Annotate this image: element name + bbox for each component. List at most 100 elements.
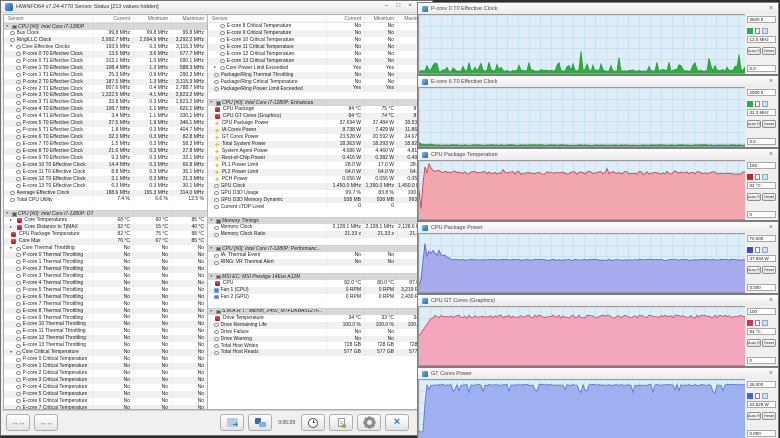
sensor-row[interactable]: GT Cores Power 23.528 W 20.592 W 24.673 W: [208, 134, 429, 141]
sensor-row[interactable]: P-core 2 Critical Temperature No No No: [4, 370, 207, 377]
sensor-row[interactable]: E-core 11 Critical TemperatureNoNoNo: [208, 43, 429, 51]
sensor-row[interactable]: E-core 13 T0 Effective Clock 6.3 MHz 0.3 M…: [4, 183, 207, 190]
sensor-row[interactable]: P-core 5 T1 Effective Clock 1.8 MHz 0.3 MH…: [4, 127, 207, 134]
sensor-row[interactable]: E-core 8 Critical TemperatureNoNoNo: [208, 23, 429, 30]
expand-arrow-icon[interactable]: ▸: [10, 218, 14, 223]
sensor-row[interactable]: Package/Ring Power Limit ExceededYesYesY…: [208, 85, 429, 93]
sensor-row[interactable]: GPU D3D Usage99.7 %83.8 %100.0 %: [208, 190, 429, 197]
sensor-row[interactable]: E-core 7 Critical Temperature No No No: [4, 404, 207, 409]
sensor-row[interactable]: ▾ Core Critical Temperature No No No: [4, 349, 207, 357]
sensor-row[interactable]: CPU Package Power 37.694 W 37.484 W 38.838 …: [208, 120, 429, 127]
sensor-row[interactable]: E-core 6 Critical Temperature No No No: [4, 398, 207, 405]
section-header-row[interactable]: ▾ CPU [#0]: Intel Core i7-1280P: Performa…: [208, 245, 429, 253]
collapse-arrow-icon[interactable]: ▾: [6, 212, 10, 216]
sensor-row[interactable]: E-core 9 Critical TemperatureNoNoNo: [208, 29, 429, 37]
sensor-row[interactable]: E-core 12 T0 Effective Clock 3.1 MHz 0.3 M…: [4, 175, 207, 183]
logging-timer-button[interactable]: [301, 414, 325, 431]
autofit-button[interactable]: Auto Fit: [747, 46, 761, 55]
sensor-row[interactable]: CPU Package84 °C75 °C87 °C: [208, 106, 429, 113]
sensor-row[interactable]: Total CPU Utility 7.4 % 6.6 % 12.5 %: [4, 196, 207, 203]
section-header-row[interactable]: ▾ S.M.A.R.T.: Micron_2450_MTFDKBA512TF...: [208, 307, 429, 315]
reset-button[interactable]: Reset: [762, 338, 776, 347]
scroll-left-button[interactable]: ↔↔: [6, 414, 30, 431]
sensor-row[interactable]: P-core 2 T1 Effective Clock 807.6 MHz 0.4 …: [4, 85, 207, 92]
sensor-row[interactable]: P-core 2 T0 Effective Clock 187.5 MHz 1.3 …: [4, 78, 207, 86]
sensor-row[interactable]: Average Effective Clock 188.6 MHz 165.3 MH…: [4, 189, 207, 197]
sensor-row[interactable]: E-core 11 Thermal Throttling No No No: [4, 328, 207, 335]
minimize-icon[interactable]: –: [385, 3, 389, 10]
graph-close-icon[interactable]: ×: [769, 370, 773, 377]
sensor-row[interactable]: ▸ Core Temperatures 68 °C 60 °C 85 °C: [4, 217, 207, 224]
sensor-row[interactable]: ▸Core Power Limit ExceededYesYesYes: [208, 65, 429, 72]
sensor-row[interactable]: E-core 10 T0 Effective Clock 14.4 MHz 0.3 …: [4, 161, 207, 169]
collapse-arrow-icon[interactable]: ▾: [210, 246, 214, 251]
graph-close-icon[interactable]: ×: [769, 224, 773, 231]
sensor-row[interactable]: P-core 5 Thermal Throttling No No No: [4, 287, 207, 294]
sensor-row[interactable]: E-core 7 Thermal Throttling No No No: [4, 301, 207, 308]
maximize-icon[interactable]: □: [396, 3, 400, 10]
sensor-row[interactable]: PL1 Power Limit28.0 W17.0 W28.0 W: [208, 162, 429, 169]
sensor-row[interactable]: P-core 0 Critical Temperature No No No: [4, 356, 207, 363]
sensor-row[interactable]: E-core 6 T0 Effective Clock 32.3 MHz 0.3 M…: [4, 134, 207, 141]
sensor-row[interactable]: GPU Clock 1,450.0 MHz 1,350.0 MHz 1,450.0 M…: [208, 182, 429, 190]
autofit-button[interactable]: Auto Fit: [747, 192, 761, 201]
graph-titlebar[interactable]: CPU GT Cores (Graphics) ×: [418, 295, 778, 306]
settings-button[interactable]: [357, 414, 381, 431]
sensor-row[interactable]: P-core 4 T0 Effective Clock 108.7 MHz 1.1 …: [4, 106, 207, 114]
sensor-row[interactable]: Core Max 76 °C 67 °C 85 °C: [4, 238, 207, 246]
sensor-row[interactable]: P-core 3 T0 Effective Clock 1,322.5 MHz 4.…: [4, 92, 207, 100]
reset-button[interactable]: Reset: [762, 265, 776, 274]
close-sensors-button[interactable]: ×: [385, 414, 409, 431]
section-header-row[interactable]: ▾ MSI EC: MSI Prestige 14Evo A12M: [208, 273, 429, 280]
expand-arrow-icon[interactable]: ▸: [214, 65, 218, 70]
sensor-row[interactable]: Drive FailureNoNoNo: [208, 329, 429, 336]
sensor-row[interactable]: E-core 10 Critical TemperatureNoNoNo: [208, 37, 429, 44]
reset-button[interactable]: Reset: [762, 192, 776, 201]
sensor-row[interactable]: System Agent Power4.586 W4.460 W4.819 W: [208, 148, 429, 155]
sensor-row[interactable]: Memory Clock 2,128.1 MHz 2,128.1 MHz 2,128.…: [208, 224, 429, 231]
section-header-row[interactable]: ▾ CPU [#0]: Intel Core i7-1280P: DTS: [4, 210, 207, 218]
reset-button[interactable]: Reset: [762, 46, 776, 55]
sensor-row[interactable]: P-core 5 T0 Effective Clock 27.5 MHz 1.9 M…: [4, 120, 207, 128]
collapse-arrow-icon[interactable]: ▾: [210, 274, 214, 279]
sensor-row[interactable]: P-core 3 Critical Temperature No No No: [4, 376, 207, 384]
autofit-button[interactable]: Auto Fit: [747, 338, 761, 347]
graph-close-icon[interactable]: ×: [769, 151, 773, 158]
sensor-row[interactable]: P-core 0 T1 Effective Clock 313.1 MHz 1.0 …: [4, 58, 207, 65]
graph-titlebar[interactable]: CPU Package Temperature ×: [418, 149, 778, 160]
reset-button[interactable]: Reset: [762, 411, 776, 420]
sensor-row[interactable]: Total Host Reads577 GB577 GB577 GB: [208, 349, 429, 357]
graph-titlebar[interactable]: CPU Package Power ×: [418, 222, 778, 233]
reset-button[interactable]: Reset: [762, 119, 776, 128]
expand-arrow-icon[interactable]: ▾: [10, 246, 14, 251]
autofit-button[interactable]: Auto Fit: [747, 119, 761, 128]
graph-titlebar[interactable]: E-core 6 T0 Effective Clock ×: [418, 76, 778, 87]
section-header-row[interactable]: ▾ CPU [#0]: Intel Core i7-1280P: [4, 23, 207, 30]
sensor-row[interactable]: P-core 5 Critical Temperature No No No: [4, 390, 207, 398]
sensor-row[interactable]: Drive Temperature34 °C33 °C34 °C: [208, 315, 429, 322]
collapse-arrow-icon[interactable]: ▾: [210, 101, 214, 105]
sensor-row[interactable]: E-core 13 Thermal Throttling No No No: [4, 342, 207, 349]
sensor-row[interactable]: GPU D3D Memory Dynamic938 MB938 MB993 MB: [208, 196, 429, 204]
sensor-row[interactable]: Drive WarningNoNoNo: [208, 335, 429, 343]
sensor-row[interactable]: IA Cores Power 8.738 W 7.429 W 11.868 W: [208, 127, 429, 135]
sensor-row[interactable]: Rest-of-Chip Power0.416 W0.382 W0.494 W: [208, 154, 429, 162]
report-button[interactable]: [329, 414, 353, 431]
section-header-row[interactable]: ▾ CPU [#0]: Intel Core i7-1280P: Enhanced: [208, 99, 429, 107]
graph-close-icon[interactable]: ×: [769, 297, 773, 304]
sensor-row[interactable]: Fan 2 (GPU) 0 RPM 0 RPM 2,430 RPM: [208, 294, 429, 301]
sensor-row[interactable]: PCH Power0.056 W0.056 W0.059 W: [208, 176, 429, 183]
expand-arrow-icon[interactable]: ▸: [10, 225, 14, 230]
sensor-row[interactable]: Package/Ring Thermal ThrottlingNoNoNo: [208, 71, 429, 79]
sensor-row[interactable]: Drive Remaining Life 100.0 % 100.0 % 100.0 …: [208, 321, 429, 329]
sensor-row[interactable]: IA: Thermal EventNoNoNo: [208, 252, 429, 259]
remote-monitoring-button[interactable]: [220, 414, 245, 431]
sensor-row[interactable]: P-core 3 T1 Effective Clock 33.8 MHz 0.3 M…: [4, 99, 207, 106]
autofit-button[interactable]: Auto Fit: [747, 265, 761, 274]
sensor-row[interactable]: Total Host Writes728 GB728 GB728 GB: [208, 342, 429, 349]
scroll-right-button[interactable]: ↔↔: [34, 414, 58, 431]
sensor-row[interactable]: P-core 0 T0 Effective Clock 13.5 MHz 3.6 M…: [4, 50, 207, 58]
sensor-row[interactable]: P-core 0 Thermal Throttling No No No: [4, 252, 207, 259]
sensor-row[interactable]: E-core 8 T0 Effective Clock 21.6 MHz 0.3 M…: [4, 147, 207, 155]
sensor-row[interactable]: Ring/LLC Clock 2,992.7 MHz 2,094.9 MHz 3,29…: [4, 36, 207, 44]
